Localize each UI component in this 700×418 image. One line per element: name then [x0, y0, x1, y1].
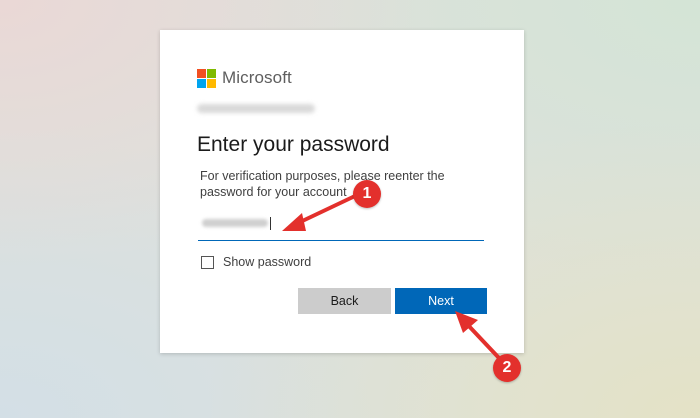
next-button[interactable]: Next — [395, 288, 487, 314]
account-identifier-blurred — [197, 104, 315, 113]
microsoft-logo-icon — [197, 68, 216, 88]
show-password-label: Show password — [223, 255, 312, 269]
instruction-text: For verification purposes, please reente… — [200, 169, 445, 199]
step-1-badge: 1 — [353, 180, 381, 208]
password-value-blurred — [202, 219, 268, 227]
password-input[interactable] — [198, 210, 484, 241]
show-password-checkbox[interactable] — [201, 255, 214, 269]
step-2-badge: 2 — [493, 354, 521, 382]
text-caret — [270, 217, 271, 230]
page-title: Enter your password — [197, 133, 390, 156]
logo-text: Microsoft — [222, 68, 292, 87]
show-password-option[interactable]: Show password — [201, 255, 311, 269]
back-button[interactable]: Back — [298, 288, 391, 314]
microsoft-logo: Microsoft — [197, 68, 292, 88]
sign-in-card: Microsoft Enter your password For verifi… — [160, 30, 524, 353]
